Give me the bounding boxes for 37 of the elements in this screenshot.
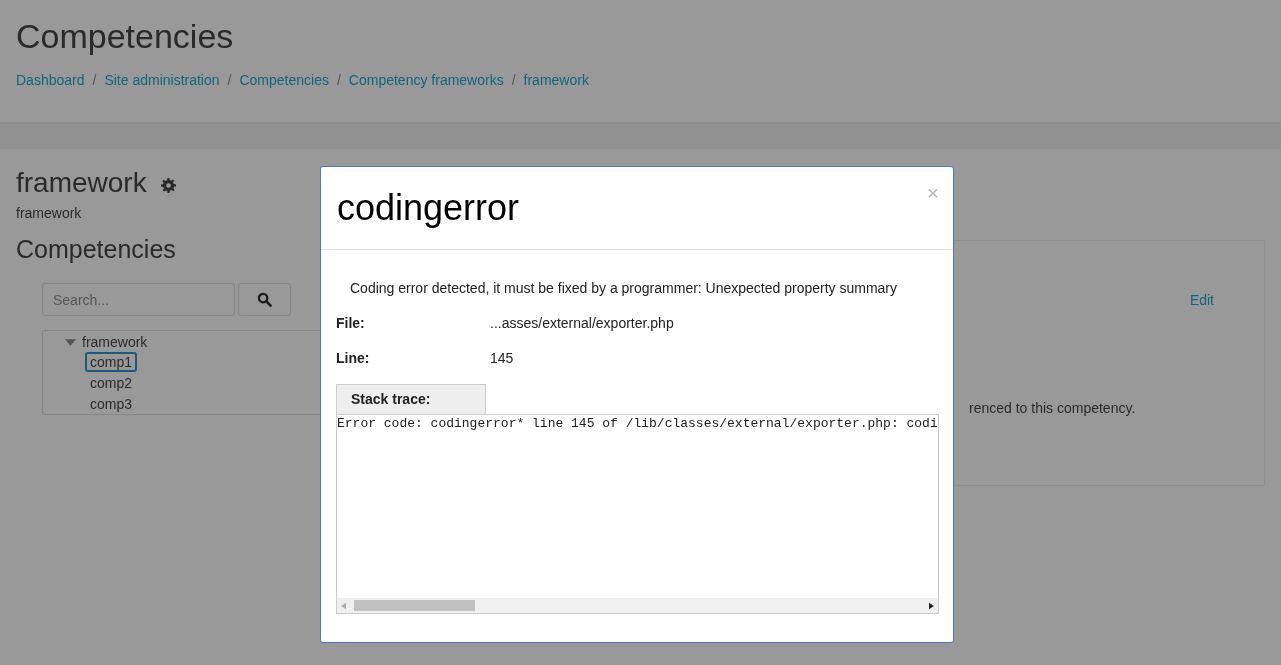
dialog-title: codingerror: [337, 186, 520, 230]
breadcrumb-link[interactable]: framework: [523, 72, 589, 88]
framework-heading: framework: [16, 167, 147, 199]
breadcrumb-separator: /: [336, 72, 341, 88]
horizontal-scrollbar[interactable]: [337, 598, 938, 613]
breadcrumb-separator: /: [511, 72, 516, 88]
tree-item[interactable]: comp2: [85, 373, 138, 393]
tree-item[interactable]: comp3: [85, 394, 138, 414]
settings-icon[interactable]: [160, 177, 176, 193]
breadcrumb-link[interactable]: Dashboard: [16, 72, 85, 88]
stack-trace-tab[interactable]: Stack trace:: [336, 384, 486, 414]
section-heading: Competencies: [16, 234, 177, 265]
close-button[interactable]: ×: [926, 181, 939, 205]
breadcrumb-link[interactable]: Site administration: [104, 72, 220, 88]
field-value: ...asses/external/exporter.php: [490, 315, 674, 332]
scroll-right-icon[interactable]: [929, 601, 934, 610]
competency-text: renced to this competency.: [969, 400, 1137, 416]
page-title: Competencies: [16, 16, 235, 56]
field-label: Line:: [336, 350, 371, 367]
scroll-left-icon[interactable]: [341, 601, 346, 610]
breadcrumb-link[interactable]: Competencies: [239, 72, 329, 88]
scrollbar-thumb[interactable]: [354, 600, 475, 611]
breadcrumb-separator: /: [227, 72, 232, 88]
stack-trace-text: Error code: codingerror* line 145 of /lib/classes/external/exporter.php: codi: [337, 416, 938, 431]
breadcrumb-link[interactable]: Competency frameworks: [348, 72, 504, 88]
expand-triangle-icon[interactable]: [65, 339, 76, 346]
field-label: File:: [336, 315, 366, 332]
error-message: Coding error detected, it must be fixed by a programmer: Unexpected property summary: [349, 280, 899, 297]
search-button[interactable]: [238, 283, 291, 316]
tree-item[interactable]: comp1: [85, 352, 138, 372]
search-field[interactable]: Search...: [42, 283, 235, 316]
tree-item[interactable]: framework: [82, 333, 148, 352]
framework-description: framework: [16, 205, 83, 221]
search-icon: [257, 292, 272, 307]
breadcrumb-separator: /: [92, 72, 97, 88]
field-value: 145: [490, 350, 514, 367]
edit-link[interactable]: Edit: [1189, 292, 1214, 308]
